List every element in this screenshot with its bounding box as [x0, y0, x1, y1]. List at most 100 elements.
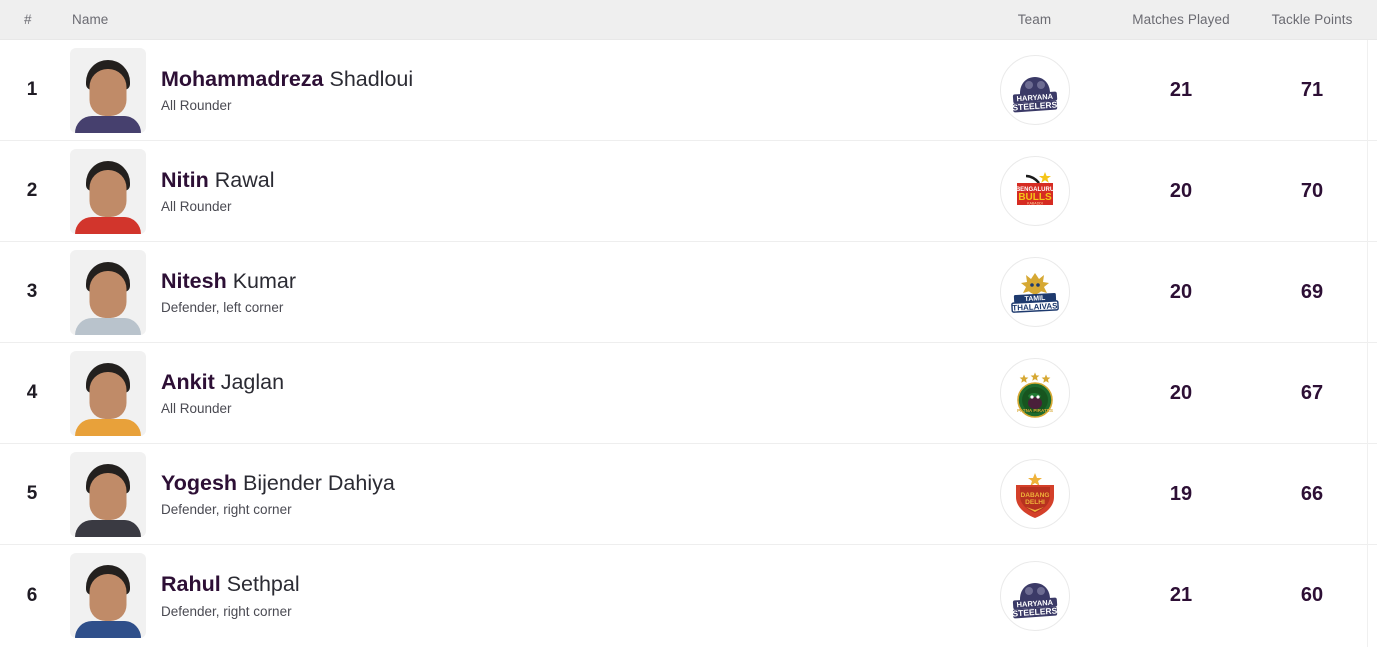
player-cell[interactable]: Yogesh Bijender Dahiya Defender, right c… [62, 451, 962, 537]
tackle-points-cell: 66 [1255, 483, 1377, 506]
player-photo-jersey [75, 317, 141, 335]
player-photo [70, 249, 146, 335]
player-photo-face [89, 574, 127, 621]
rank-number: 1 [26, 79, 38, 100]
tackle-points-value: 70 [1300, 179, 1324, 202]
svg-text:DABANG: DABANG [1020, 492, 1049, 499]
player-photo [70, 553, 146, 638]
bengaluru-bulls-logo: BENGALURU BULLS KABADDI [999, 156, 1070, 226]
player-first-name: Nitesh [161, 268, 227, 293]
player-role: All Rounder [161, 199, 232, 215]
column-header-name[interactable]: Name [62, 12, 962, 27]
matches-played-value: 20 [1169, 179, 1193, 202]
tackle-points-value: 66 [1300, 482, 1324, 505]
player-photo [70, 350, 146, 436]
player-photo-jersey [75, 621, 141, 638]
column-header-team[interactable]: Team [962, 12, 1107, 27]
tackle-points-cell: 70 [1255, 180, 1377, 203]
player-last-name: Kumar [226, 268, 297, 293]
dabang-delhi-logo: DABANG DELHI [999, 459, 1070, 529]
player-name-block: Mohammadreza Shadloui All Rounder [161, 67, 413, 114]
player-role: Defender, right corner [161, 502, 292, 518]
tackle-points-value: 60 [1300, 584, 1324, 606]
player-photo-face [89, 371, 127, 419]
team-cell[interactable]: HARYANA STEELERS [962, 55, 1107, 125]
player-first-name: Rahul [161, 572, 221, 597]
matches-played-value: 19 [1169, 482, 1193, 505]
table-right-edge [1367, 40, 1368, 647]
column-header-tackle-points[interactable]: Tackle Points [1255, 12, 1377, 27]
player-name-block: Nitesh Kumar Defender, left corner [161, 269, 296, 316]
svg-text:PATNA PIRATES: PATNA PIRATES [1017, 408, 1053, 413]
table-body: 1 Mohammadreza Shadloui All Rounder HARY… [0, 40, 1377, 646]
player-last-name: Rawal [208, 167, 275, 192]
player-role: Defender, left corner [161, 300, 284, 316]
tackle-points-cell: 69 [1255, 281, 1377, 304]
matches-played-cell: 21 [1107, 584, 1255, 607]
player-cell[interactable]: Ankit Jaglan All Rounder [62, 350, 962, 436]
player-name: Nitesh Kumar [161, 269, 296, 295]
player-first-name: Mohammadreza [161, 66, 324, 91]
team-cell[interactable]: TAMIL THALAIVAS [962, 257, 1107, 327]
rank-cell: 5 [0, 483, 62, 505]
player-photo [70, 148, 146, 234]
matches-played-value: 21 [1169, 78, 1193, 101]
player-name-block: Nitin Rawal All Rounder [161, 168, 275, 215]
player-name: Rahul Sethpal [161, 572, 300, 598]
matches-played-value: 20 [1169, 381, 1193, 404]
player-cell[interactable]: Mohammadreza Shadloui All Rounder [62, 47, 962, 133]
player-photo-face [89, 169, 127, 217]
table-row[interactable]: 2 Nitin Rawal All Rounder BENGALURU BULLS… [0, 141, 1377, 242]
matches-played-cell: 20 [1107, 180, 1255, 203]
player-photo-jersey [75, 519, 141, 537]
player-photo-face [89, 270, 127, 318]
player-cell[interactable]: Nitin Rawal All Rounder [62, 148, 962, 234]
tackle-points-cell: 60 [1255, 584, 1377, 607]
player-name: Ankit Jaglan [161, 370, 284, 396]
rank-number: 2 [26, 180, 38, 201]
player-name: Mohammadreza Shadloui [161, 67, 413, 93]
player-last-name: Sethpal [220, 572, 300, 597]
rank-number: 4 [26, 382, 38, 403]
player-last-name: Bijender Dahiya [237, 470, 395, 495]
table-row[interactable]: 4 Ankit Jaglan All Rounder PATNA PIRATES… [0, 343, 1377, 444]
player-last-name: Shadloui [323, 66, 414, 91]
column-header-matches-played[interactable]: Matches Played [1107, 12, 1255, 27]
player-photo-jersey [75, 115, 141, 133]
player-photo-face [89, 472, 127, 520]
player-photo [70, 451, 146, 537]
player-cell[interactable]: Nitesh Kumar Defender, left corner [62, 249, 962, 335]
player-role: All Rounder [161, 98, 232, 114]
table-row[interactable]: 1 Mohammadreza Shadloui All Rounder HARY… [0, 40, 1377, 141]
matches-played-cell: 20 [1107, 281, 1255, 304]
rank-cell: 6 [0, 585, 62, 607]
table-row[interactable]: 3 Nitesh Kumar Defender, left corner TAM… [0, 242, 1377, 343]
rank-cell: 3 [0, 281, 62, 303]
player-name: Yogesh Bijender Dahiya [161, 471, 395, 497]
player-photo-jersey [75, 216, 141, 234]
matches-played-cell: 19 [1107, 483, 1255, 506]
column-header-rank[interactable]: # [0, 12, 62, 27]
player-name-block: Yogesh Bijender Dahiya Defender, right c… [161, 471, 395, 518]
team-cell[interactable]: BENGALURU BULLS KABADDI [962, 156, 1107, 226]
team-cell[interactable]: HARYANA STEELERS [962, 560, 1107, 631]
player-role: Defender, right corner [161, 603, 292, 619]
table-row[interactable]: 6 Rahul Sethpal Defender, right corner H… [0, 545, 1377, 646]
svg-text:KABADDI: KABADDI [1027, 202, 1043, 206]
tackle-points-value: 71 [1300, 78, 1324, 101]
player-cell[interactable]: Rahul Sethpal Defender, right corner [62, 553, 962, 638]
player-first-name: Ankit [161, 369, 215, 394]
player-name-block: Rahul Sethpal Defender, right corner [161, 572, 300, 619]
rank-number: 3 [26, 281, 38, 302]
team-cell[interactable]: PATNA PIRATES [962, 358, 1107, 428]
player-last-name: Jaglan [214, 369, 285, 394]
table-row[interactable]: 5 Yogesh Bijender Dahiya Defender, right… [0, 444, 1377, 545]
tackle-points-cell: 67 [1255, 382, 1377, 405]
rank-number: 5 [26, 483, 38, 504]
player-photo-face [89, 68, 127, 116]
player-name-block: Ankit Jaglan All Rounder [161, 370, 284, 417]
tackle-points-leaderboard: # Name Team Matches Played Tackle Points… [0, 0, 1377, 647]
team-cell[interactable]: DABANG DELHI [962, 459, 1107, 529]
matches-played-cell: 20 [1107, 382, 1255, 405]
matches-played-value: 21 [1169, 584, 1193, 606]
